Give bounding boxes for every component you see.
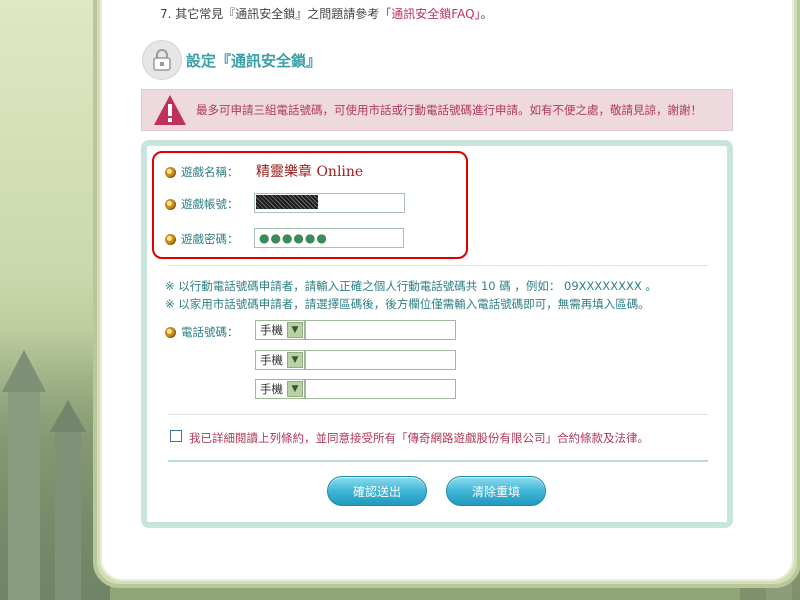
- game-name-label: 遊戲名稱：: [181, 165, 239, 179]
- game-password-row: 遊戲密碼：: [165, 231, 239, 247]
- divider: [168, 414, 708, 415]
- reset-button[interactable]: 清除重填: [446, 476, 546, 506]
- bullet-icon: [165, 326, 176, 338]
- mobile-notice: ※ 以行動電話號碼申請者，請輸入正確之個人行動電話號碼共 10 碼 ，例如： 0…: [165, 279, 657, 293]
- page-title: 設定『通訊安全鎖』: [186, 51, 322, 70]
- phone-type-value: 手機: [260, 353, 283, 367]
- phone-type-select-3[interactable]: 手機 ▼: [255, 379, 305, 399]
- game-account-label: 遊戲帳號：: [181, 197, 239, 211]
- phone-label-row: 電話號碼：: [165, 324, 239, 340]
- divider: [168, 265, 708, 266]
- bullet-icon: [165, 233, 176, 245]
- phone-type-value: 手機: [260, 323, 283, 337]
- chevron-down-icon[interactable]: ▼: [287, 352, 303, 368]
- section-header: 設定『通訊安全鎖』: [142, 40, 321, 80]
- faq-suffix: 。: [480, 7, 493, 21]
- castle-tower-icon: [2, 350, 46, 600]
- game-name-row: 遊戲名稱：: [165, 164, 239, 180]
- agree-checkbox[interactable]: [170, 430, 182, 442]
- bullet-icon: [165, 198, 176, 210]
- landline-notice: ※ 以家用市話號碼申請者，請選擇區碼後，後方欄位僅需輸入電話號碼即可，無需再填入…: [165, 297, 650, 311]
- warning-text: 最多可申請三組電話號碼，可使用市話或行動電話號碼進行申請。如有不便之處，敬請見諒…: [196, 103, 702, 117]
- phone-number-input-3[interactable]: [305, 379, 456, 399]
- game-name-value: 精靈樂章 Online: [256, 164, 364, 180]
- faq-prefix: 7. 其它常見『通訊安全鎖』之問題請參考: [160, 7, 380, 21]
- masked-account-value: [256, 195, 318, 209]
- phone-number-input-1[interactable]: [305, 320, 456, 340]
- chevron-down-icon[interactable]: ▼: [287, 322, 303, 338]
- warning-icon: [154, 95, 186, 125]
- password-dots: ●●●●●●: [259, 231, 328, 245]
- game-account-row: 遊戲帳號：: [165, 196, 239, 212]
- castle-tower-icon: [50, 400, 86, 600]
- chevron-down-icon[interactable]: ▼: [287, 381, 303, 397]
- phone-type-select-1[interactable]: 手機 ▼: [255, 320, 305, 340]
- phone-number-input-2[interactable]: [305, 350, 456, 370]
- warning-banner: 最多可申請三組電話號碼，可使用市話或行動電話號碼進行申請。如有不便之處，敬請見諒…: [141, 89, 733, 131]
- faq-note: 7. 其它常見『通訊安全鎖』之問題請參考「通訊安全鎖FAQ」。: [160, 5, 493, 22]
- bullet-icon: [165, 166, 176, 178]
- phone-label: 電話號碼：: [181, 325, 239, 339]
- game-password-label: 遊戲密碼：: [181, 232, 239, 246]
- game-password-field[interactable]: ●●●●●●: [254, 228, 404, 248]
- divider: [168, 460, 708, 462]
- agreement-text: 我已詳細閱讀上列條約，並同意接受所有「傳奇網路遊戲股份有限公司」合約條款及法律。: [189, 431, 649, 445]
- phone-type-select-2[interactable]: 手機 ▼: [255, 350, 305, 370]
- submit-button[interactable]: 確認送出: [327, 476, 427, 506]
- faq-link[interactable]: 「通訊安全鎖FAQ」: [379, 7, 480, 21]
- lock-icon: [142, 40, 182, 80]
- phone-type-value: 手機: [260, 382, 283, 396]
